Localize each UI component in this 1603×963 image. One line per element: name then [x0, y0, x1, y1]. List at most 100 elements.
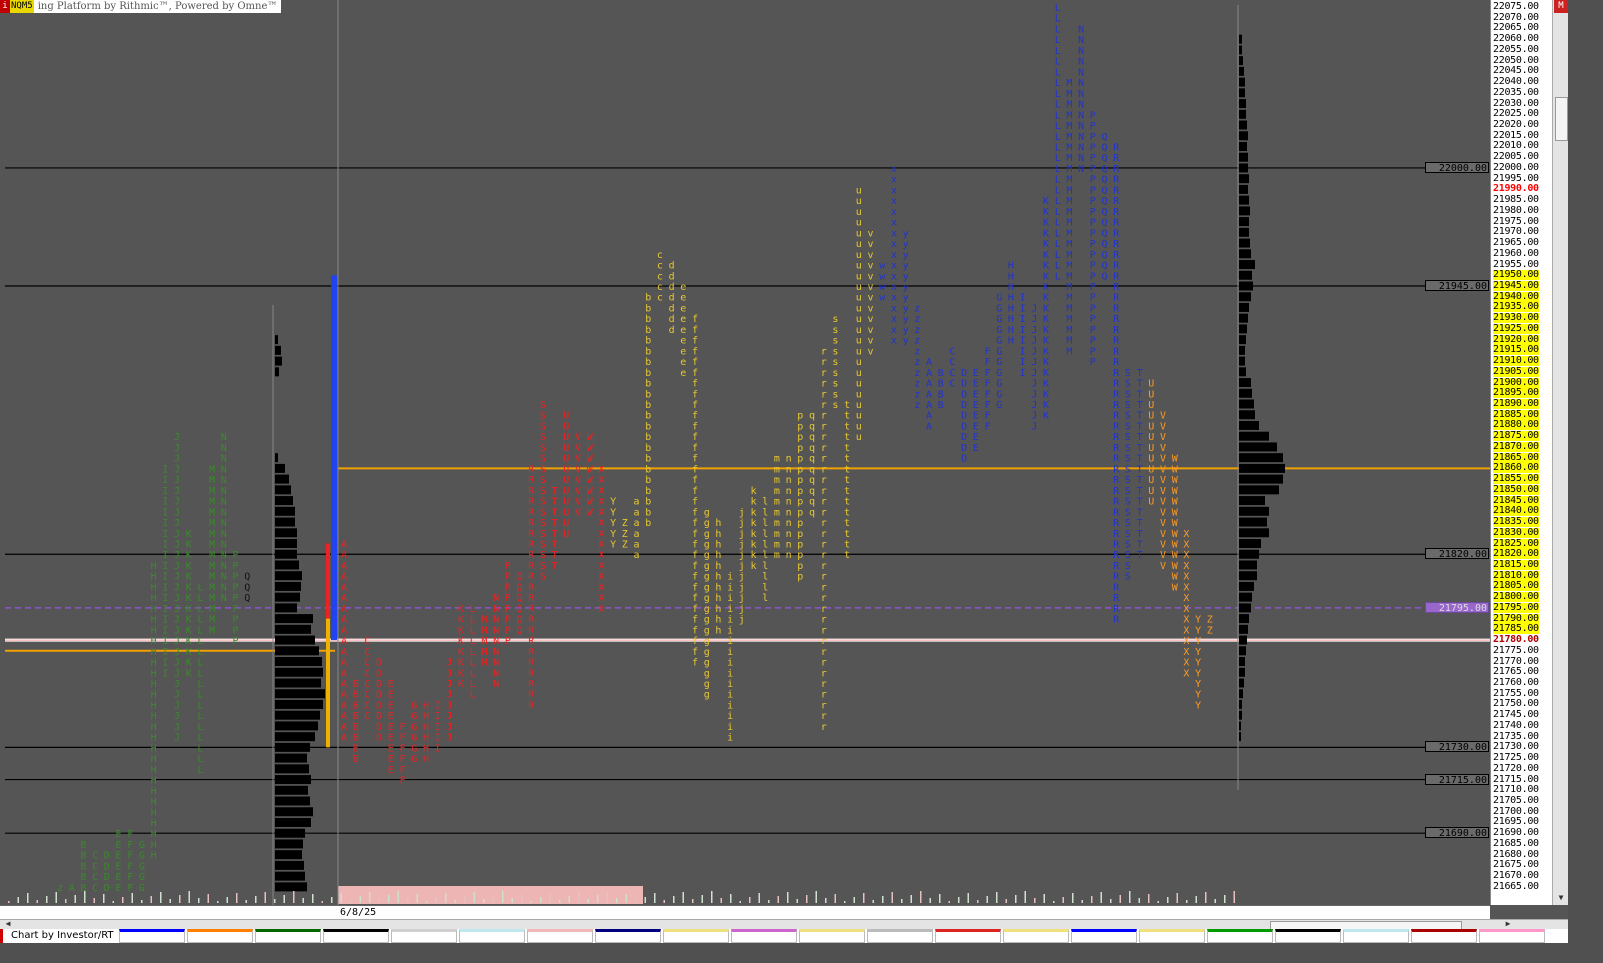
tpo-letter: N — [221, 464, 227, 475]
price-line-label[interactable]: 21690.00 — [1425, 827, 1489, 839]
tpo-letter: v — [868, 293, 874, 304]
price-line-label[interactable]: 22000.00 — [1425, 161, 1489, 174]
tpo-letter: V — [1160, 486, 1166, 497]
tpo-letter: c — [657, 282, 663, 293]
tpo-letter: J — [174, 722, 180, 733]
tpo-letter: h — [715, 582, 721, 593]
tpo-letter: L — [470, 668, 476, 679]
price-axis[interactable]: 22075.00 22070.00 22065.00 22060.00 22055.00… — [1490, 0, 1553, 905]
scroll-down-icon[interactable]: ▼ — [1553, 893, 1568, 902]
price-line-label[interactable]: 21715.00 — [1425, 773, 1489, 786]
tpo-letter: N — [493, 636, 499, 647]
tpo-letter: x — [891, 271, 897, 282]
symbol-label[interactable]: NQM5 — [10, 0, 34, 13]
tpo-letter: u — [856, 368, 862, 379]
tpo-letter: J — [174, 486, 180, 497]
chart-tab[interactable] — [459, 929, 525, 943]
chart-tab[interactable] — [1275, 929, 1341, 943]
volume-bar — [1239, 99, 1246, 109]
chart-tab[interactable] — [1343, 929, 1409, 943]
tpo-letter: l — [762, 518, 768, 529]
tpo-letter: p — [797, 464, 803, 475]
tpo-letter: Q — [517, 625, 523, 636]
tick-volume-bar — [502, 891, 504, 903]
tpo-letter: F — [127, 861, 133, 872]
volume-bar — [1239, 485, 1279, 495]
tpo-letter: r — [821, 389, 827, 400]
tpo-letter: L — [1055, 14, 1061, 25]
tpo-letter: d — [669, 293, 675, 304]
tpo-letter: N — [221, 454, 227, 465]
tpo-letter: t — [844, 540, 850, 551]
tpo-letter: H — [151, 690, 157, 701]
tpo-letter: f — [692, 561, 698, 572]
chart-tab[interactable] — [323, 929, 389, 943]
tpo-letter: r — [821, 582, 827, 593]
chart-canvas[interactable]: z ABBBBBCCCCDDDDEEEEEEFFFFFFGGGGGHHHHHHHH… — [0, 0, 1490, 905]
tpo-letter: N — [221, 507, 227, 518]
tpo-letter: t — [844, 443, 850, 454]
price-line-label[interactable]: 21730.00 — [1425, 741, 1489, 753]
tpo-letter: G — [411, 754, 417, 765]
chart-tab[interactable] — [867, 929, 933, 943]
chart-tab[interactable] — [731, 929, 797, 943]
price-line-label[interactable]: 21945.00 — [1425, 279, 1489, 292]
tpo-letter: h — [715, 518, 721, 529]
tpo-letter: K — [458, 625, 464, 636]
tick-volume-bar — [388, 895, 390, 903]
tpo-letter: X — [1183, 550, 1189, 561]
tpo-letter: J — [174, 615, 180, 626]
vertical-scrollbar[interactable]: ▲ ▼ — [1552, 0, 1568, 905]
chart-tab[interactable] — [663, 929, 729, 943]
tpo-letter: K — [458, 679, 464, 690]
volume-bar — [275, 592, 300, 602]
scroll-right-icon[interactable]: ▶ — [1500, 919, 1516, 928]
tpo-letter: d — [669, 271, 675, 282]
tick-volume-bar — [397, 891, 399, 903]
tpo-letter: L — [197, 754, 203, 765]
tick-volume-bar — [188, 891, 190, 903]
price-line-label[interactable]: 21795.00 — [1425, 601, 1489, 614]
chart-tab[interactable] — [935, 929, 1001, 943]
chart-tab[interactable] — [391, 929, 457, 943]
tpo-letter: S — [540, 432, 546, 443]
chart-tab[interactable] — [187, 929, 253, 943]
chart-tab[interactable] — [1139, 929, 1205, 943]
close-icon[interactable]: M — [1554, 0, 1568, 13]
price-tick: 21930.00 — [1493, 312, 1539, 324]
volume-bar — [1239, 120, 1247, 130]
price-tick: 21875.00 — [1493, 430, 1539, 442]
tpo-letter: m — [774, 475, 780, 486]
vertical-scroll-thumb[interactable] — [1555, 97, 1568, 141]
tick-volume-bar — [758, 893, 760, 903]
tpo-letter: q — [809, 464, 815, 475]
tick-volume-bar — [1233, 891, 1235, 903]
price-line-label[interactable]: 21820.00 — [1425, 548, 1489, 560]
chart-tab[interactable] — [1207, 929, 1273, 943]
tpo-letter: I — [1020, 357, 1026, 368]
tpo-letter: A — [341, 636, 347, 647]
volume-bar — [1239, 442, 1277, 452]
chart-tab[interactable] — [1003, 929, 1069, 943]
chart-tab[interactable] — [255, 929, 321, 943]
chart-tab[interactable] — [595, 929, 661, 943]
tpo-letter: N — [221, 572, 227, 583]
chart-tab[interactable] — [1411, 929, 1477, 943]
tick-volume-bar — [597, 895, 599, 903]
scroll-left-icon[interactable]: ◀ — [0, 919, 16, 928]
tpo-letter: N — [1078, 46, 1084, 57]
chart-tab[interactable] — [799, 929, 865, 943]
chart-tab[interactable] — [527, 929, 593, 943]
window-title-bar[interactable]: i NQM5 ing Platform by Rithmic™, Powered… — [0, 0, 282, 13]
chart-tab[interactable] — [119, 929, 185, 943]
chart-area[interactable]: zABBBBBCCCCDDDDEEEEEEFFFFFFGGGGGHHHHHHHH… — [0, 0, 1490, 905]
tick-volume-bar — [27, 893, 29, 903]
tick-volume-bar — [1100, 892, 1102, 903]
tpo-letter: T — [1137, 550, 1143, 561]
chart-tab[interactable] — [1479, 929, 1545, 943]
info-badge[interactable]: i — [0, 0, 10, 13]
chart-tab[interactable] — [1071, 929, 1137, 943]
volume-bar — [1239, 88, 1245, 98]
tpo-letter: W — [587, 464, 594, 475]
tpo-letter: N — [221, 540, 227, 551]
